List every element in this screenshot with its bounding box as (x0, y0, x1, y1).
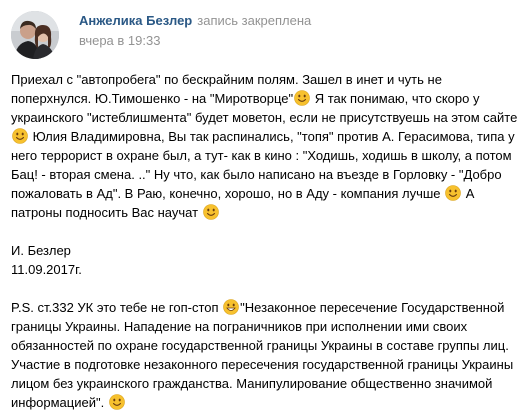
post-header: Анжелика Безлер запись закреплена (79, 13, 311, 29)
smiling-face-emoji-icon (109, 394, 125, 410)
wall-post: Анжелика Безлер запись закреплена вчера в… (0, 0, 530, 412)
smiling-face-emoji-icon (445, 185, 461, 201)
post-signature-name: И. Безлер (11, 243, 71, 258)
post-text: Приехал с "автопробега" по бескрайним по… (11, 70, 523, 412)
post-text-segment: "Незаконное пересечение Государственной … (11, 300, 514, 410)
grinning-face-emoji-icon (223, 299, 239, 315)
smiling-face-emoji-icon (12, 128, 28, 144)
post-date-link[interactable]: вчера в 19:33 (79, 33, 160, 49)
smiling-face-emoji-icon (294, 90, 310, 106)
post-text-segment: Юлия Владимировна, Вы так распинались, "… (11, 129, 515, 201)
pinned-label: запись закреплена (197, 13, 312, 28)
author-name-link[interactable]: Анжелика Безлер (79, 13, 192, 28)
author-avatar[interactable] (11, 11, 59, 59)
smiling-face-emoji-icon (202, 204, 219, 220)
post-text-segment: P.S. ст.332 УК это тебе не гоп-стоп (11, 300, 223, 315)
post-paragraph-main: Приехал с "автопробега" по бескрайним по… (11, 70, 523, 222)
post-signature-date: 11.09.2017г. (11, 262, 82, 277)
post-paragraph-ps: P.S. ст.332 УК это тебе не гоп-стоп "Нез… (11, 298, 523, 412)
avatar-photo-icon (11, 11, 59, 59)
